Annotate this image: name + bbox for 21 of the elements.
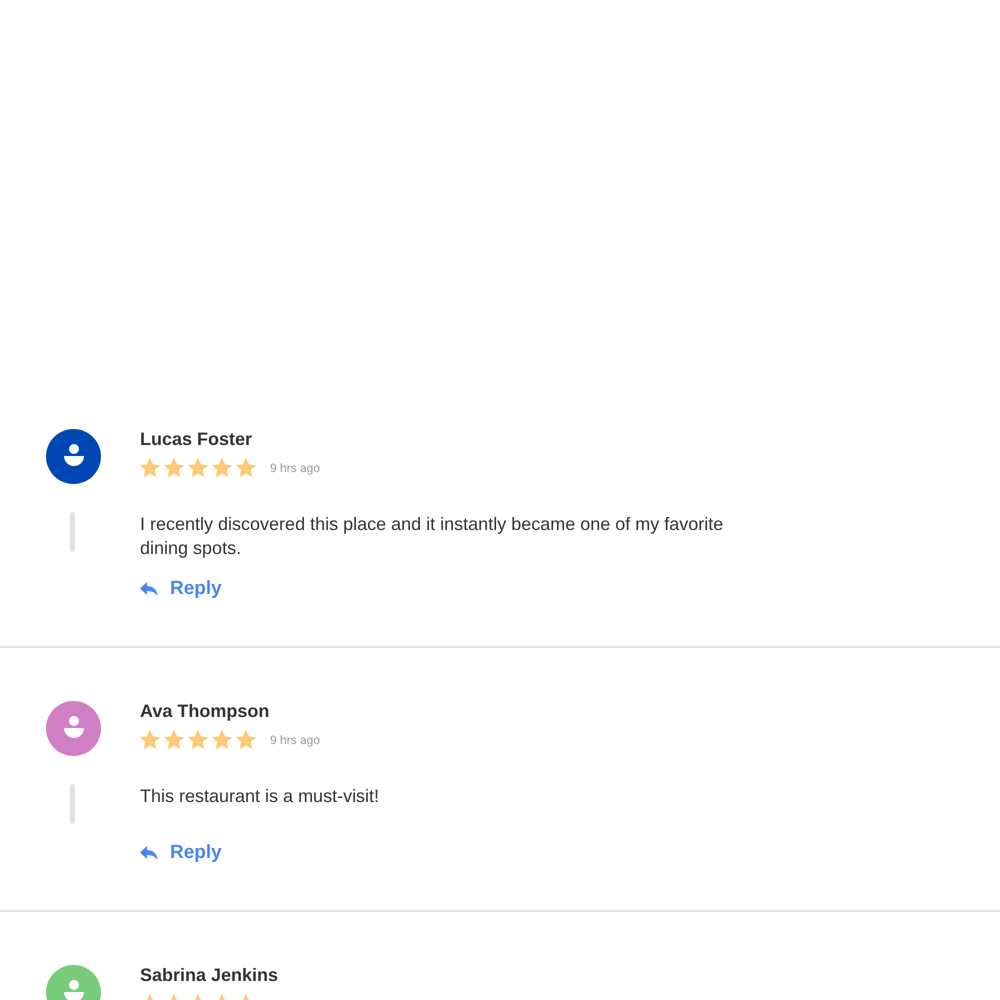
star-icon [164, 458, 184, 477]
reply-button[interactable]: Reply [140, 842, 222, 864]
timestamp: 9 hrs ago [270, 460, 320, 474]
reply-icon [140, 845, 158, 861]
star-icon [188, 730, 208, 749]
star-icon [212, 458, 232, 477]
star-icon [140, 458, 160, 477]
star-icon [236, 458, 256, 477]
star-icon [188, 458, 208, 477]
author-name: Sabrina Jenkins [140, 965, 278, 985]
star-icon [140, 730, 160, 749]
comment-text: This restaurant is a must-visit! [140, 785, 380, 808]
comment-text: I recently discovered this place and it instantly became one of my favorite dining spots. [140, 513, 724, 560]
author-name: Lucas Foster [140, 429, 252, 449]
star-icon [212, 730, 232, 749]
star-icon [164, 730, 184, 749]
timestamp: 9 hrs ago [270, 732, 320, 746]
author-name: Ava Thompson [140, 701, 270, 721]
star-icon [236, 730, 256, 749]
reply-button[interactable]: Reply [140, 578, 222, 600]
reply-icon [140, 581, 158, 597]
